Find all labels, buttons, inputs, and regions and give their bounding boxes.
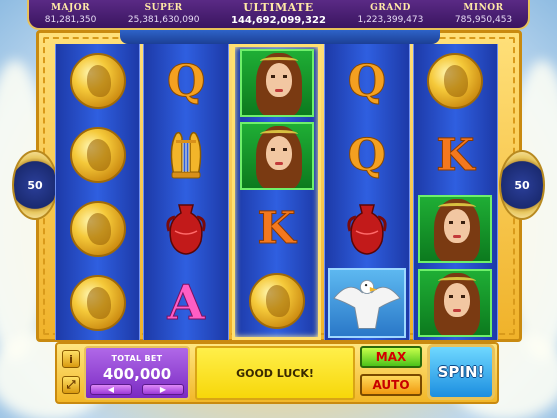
reel-1 xyxy=(55,44,141,340)
max-bet-button[interactable]: MAX xyxy=(360,346,422,368)
reel-4: QQ xyxy=(324,44,410,340)
decrease-bet-button[interactable]: ◀ xyxy=(90,384,132,395)
gold-coin-symbol xyxy=(69,53,126,109)
reel-cell: Q xyxy=(144,44,227,118)
gold-coin-symbol xyxy=(248,272,305,329)
jackpot-ultimate: ULTIMATE 144,692,099,322 xyxy=(231,2,326,26)
reel-cell xyxy=(235,120,318,193)
reel-cell xyxy=(414,44,497,118)
reel-cell xyxy=(56,266,139,340)
reel-cell xyxy=(235,47,318,120)
paytable-button[interactable]: ⤢ xyxy=(62,376,80,394)
jackpot-label: ULTIMATE xyxy=(243,1,314,14)
eagle-symbol xyxy=(327,268,406,338)
paylines-left-medallion: 50 xyxy=(12,150,58,220)
jackpot-value: 144,692,099,322 xyxy=(231,15,326,26)
reel-cell xyxy=(414,266,497,340)
jackpot-bar: MAJOR 81,281,350 SUPER 25,381,630,090 UL… xyxy=(27,0,530,30)
game-title-banner xyxy=(120,30,440,44)
jackpot-grand: GRAND 1,223,399,473 xyxy=(357,2,424,25)
letter-a-symbol: A xyxy=(167,275,205,332)
reel-cell: A xyxy=(144,266,227,340)
reel-cell xyxy=(325,266,408,340)
letter-k-symbol: K xyxy=(257,202,296,254)
arrow-left-icon: ◀ xyxy=(107,384,115,394)
info-button[interactable]: i xyxy=(62,350,80,368)
letter-q-symbol: Q xyxy=(347,55,387,107)
reel-cell: Q xyxy=(325,44,408,118)
jackpot-value: 25,381,630,090 xyxy=(127,14,200,25)
reel-3: K xyxy=(231,44,322,340)
jackpot-value: 81,281,350 xyxy=(44,14,97,25)
goddess-symbol xyxy=(418,269,493,337)
reel-cell xyxy=(144,118,227,192)
jackpot-major: MAJOR 81,281,350 xyxy=(44,2,97,25)
paylines-count: 50 xyxy=(514,178,530,192)
spin-button[interactable]: SPIN! xyxy=(427,344,495,400)
paylines-count: 50 xyxy=(27,178,43,192)
jackpot-label: MINOR xyxy=(463,2,504,13)
status-message: GOOD LUCK! xyxy=(195,346,355,400)
jackpot-label: SUPER xyxy=(144,2,183,13)
total-bet-panel: TOTAL BET 400,000 ◀ ▶ xyxy=(84,346,190,400)
reel-2: QA xyxy=(143,44,229,340)
letter-q-symbol: Q xyxy=(166,55,206,107)
reel-cell xyxy=(325,192,408,266)
jackpot-value: 1,223,399,473 xyxy=(357,14,424,25)
autoplay-button[interactable]: AUTO xyxy=(360,374,422,396)
reel-5: K xyxy=(412,44,499,340)
reel-cell xyxy=(56,44,139,118)
reel-cell xyxy=(56,192,139,266)
paylines-right-medallion: 50 xyxy=(499,150,545,220)
reel-cell xyxy=(414,192,497,266)
jackpot-label: GRAND xyxy=(370,2,411,13)
reel-cell: Q xyxy=(325,118,408,192)
goddess-symbol xyxy=(239,121,314,190)
reel-cell xyxy=(56,118,139,192)
jackpot-label: MAJOR xyxy=(51,2,91,13)
total-bet-label: TOTAL BET xyxy=(111,354,163,363)
letter-q-symbol: Q xyxy=(347,129,387,181)
gold-coin-symbol xyxy=(69,275,126,331)
jackpot-minor: MINOR 785,950,453 xyxy=(454,2,513,25)
expand-icon: ⤢ xyxy=(66,378,76,391)
letter-k-symbol: K xyxy=(436,129,475,181)
amphora-symbol xyxy=(163,201,209,257)
gold-coin-symbol xyxy=(69,127,126,183)
lyre-symbol xyxy=(166,128,206,182)
goddess-symbol xyxy=(418,195,493,263)
reel-cell: K xyxy=(235,192,318,265)
gold-coin-symbol xyxy=(427,53,484,109)
goddess-symbol xyxy=(239,49,314,118)
increase-bet-button[interactable]: ▶ xyxy=(142,384,184,395)
total-bet-value: 400,000 xyxy=(102,365,172,383)
info-icon: i xyxy=(69,352,73,366)
reel-cell xyxy=(235,265,318,338)
amphora-symbol xyxy=(344,201,390,257)
arrow-right-icon: ▶ xyxy=(159,384,167,394)
jackpot-super: SUPER 25,381,630,090 xyxy=(127,2,200,25)
reel-cell xyxy=(144,192,227,266)
jackpot-value: 785,950,453 xyxy=(454,14,513,25)
gold-coin-symbol xyxy=(69,201,126,257)
reel-grid[interactable]: QAKQQK xyxy=(55,44,499,340)
reel-cell: K xyxy=(414,118,497,192)
